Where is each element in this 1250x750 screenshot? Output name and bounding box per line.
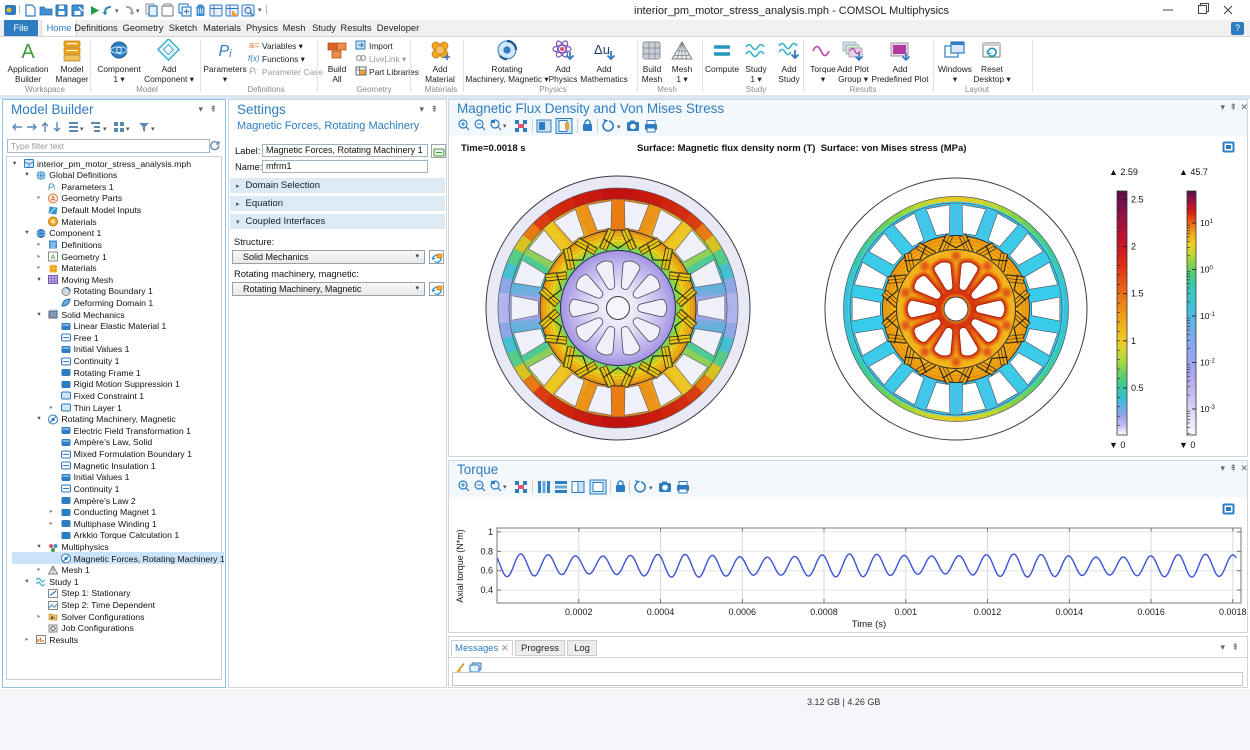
svg-text:0.0016: 0.0016 — [1137, 607, 1165, 617]
svg-text:0.0014: 0.0014 — [1056, 607, 1084, 617]
svg-text:2: 2 — [1131, 242, 1136, 252]
svg-text:Δu: Δu — [594, 42, 610, 57]
svg-text:1: 1 — [1131, 336, 1136, 346]
svg-text:0.0002: 0.0002 — [565, 607, 593, 617]
svg-text:Time (s): Time (s) — [852, 619, 886, 630]
svg-text:10-2: 10-2 — [1200, 358, 1215, 368]
svg-text:▾: ▾ — [115, 8, 119, 15]
svg-text:Pi: Pi — [48, 182, 56, 192]
svg-text:0.0008: 0.0008 — [810, 607, 838, 617]
svg-text:1: 1 — [488, 527, 493, 537]
svg-text:▶: ▶ — [51, 615, 55, 621]
svg-text:100: 100 — [1200, 265, 1213, 275]
svg-text:1.5: 1.5 — [1131, 289, 1144, 299]
svg-text:▾: ▾ — [126, 126, 130, 133]
svg-text:▾: ▾ — [617, 124, 621, 131]
svg-text:0.001: 0.001 — [895, 607, 918, 617]
svg-text:▼ 0: ▼ 0 — [1179, 440, 1195, 450]
svg-text:▾: ▾ — [258, 7, 262, 14]
svg-text:0.0006: 0.0006 — [729, 607, 757, 617]
svg-text:0.8: 0.8 — [480, 546, 493, 556]
svg-text:A: A — [21, 41, 35, 63]
svg-text:A: A — [51, 196, 56, 203]
svg-text:A: A — [51, 253, 56, 262]
svg-text:▼ 0: ▼ 0 — [1109, 440, 1125, 450]
svg-text:0.0018: 0.0018 — [1219, 607, 1247, 617]
svg-text:Pi: Pi — [249, 66, 257, 76]
svg-text:Q: Q — [116, 46, 122, 55]
svg-text:▲ 2.59: ▲ 2.59 — [1109, 167, 1138, 177]
svg-text:a=: a= — [249, 40, 259, 50]
svg-text:10-1: 10-1 — [1200, 311, 1215, 321]
svg-text:▲ 45.7: ▲ 45.7 — [1179, 167, 1208, 177]
svg-text:▾: ▾ — [103, 126, 107, 133]
svg-text:Axial torque (N*m): Axial torque (N*m) — [455, 529, 465, 603]
svg-text:10-3: 10-3 — [1200, 404, 1215, 414]
svg-text:0.0012: 0.0012 — [974, 607, 1002, 617]
svg-text:101: 101 — [1200, 218, 1213, 228]
svg-text:0.4: 0.4 — [480, 585, 493, 595]
svg-text:Pi: Pi — [218, 43, 232, 60]
svg-text:0.0004: 0.0004 — [647, 607, 675, 617]
svg-text:0.5: 0.5 — [1131, 383, 1144, 393]
svg-text:0.6: 0.6 — [480, 566, 493, 576]
svg-text:▾: ▾ — [136, 8, 140, 15]
svg-text:2.5: 2.5 — [1131, 195, 1144, 205]
svg-text:▾: ▾ — [151, 126, 155, 133]
svg-text:▾: ▾ — [503, 123, 507, 130]
svg-text:f(x): f(x) — [248, 54, 260, 63]
svg-text:▾: ▾ — [80, 126, 84, 133]
